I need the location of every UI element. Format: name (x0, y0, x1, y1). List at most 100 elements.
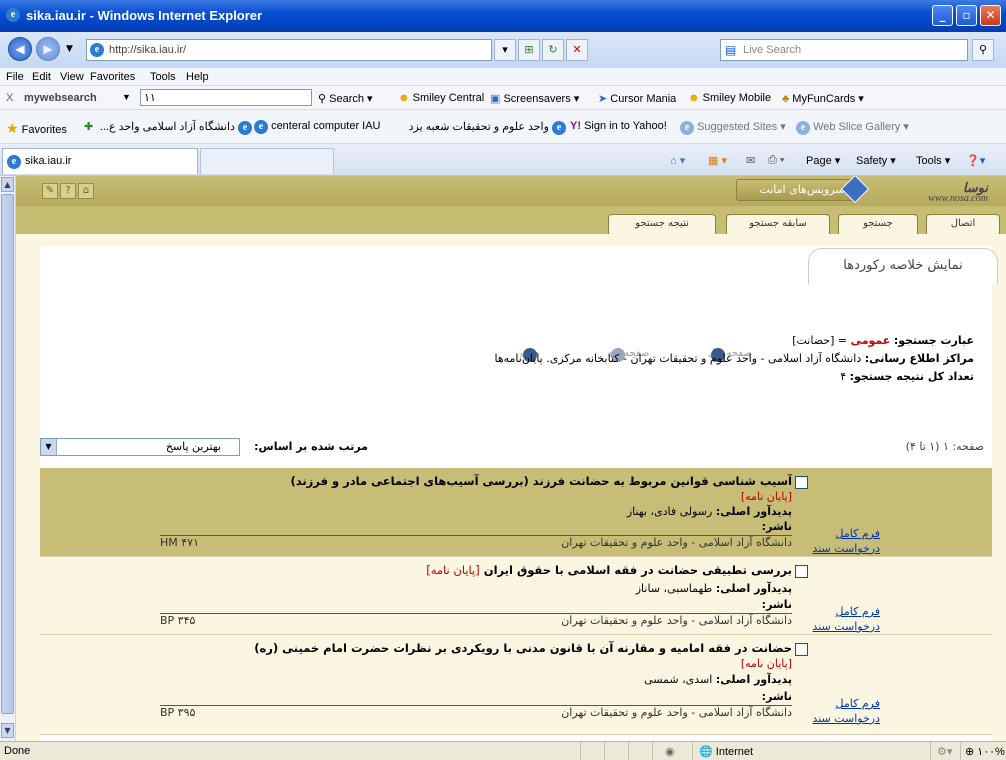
brand-dropdown-icon[interactable]: ▼ (122, 92, 131, 102)
status-segment (604, 742, 628, 760)
query-expression: عبارت جستجو: عمومی = [حضانت] (792, 334, 974, 347)
menu-file[interactable]: File (6, 71, 24, 83)
protected-mode-icon[interactable]: ⚙▾ (937, 745, 952, 758)
search-go-button[interactable]: ⚲ (972, 39, 994, 61)
zoom-segment: ⊕ ۱۰۰% ▾ (960, 742, 1006, 760)
record-checkbox[interactable] (795, 565, 808, 578)
request-document-link[interactable]: درخواست سند (812, 712, 880, 725)
request-document-link[interactable]: درخواست سند (812, 620, 880, 633)
record-checkbox[interactable] (795, 643, 808, 656)
add-favorite-icon[interactable]: ✚ (84, 120, 93, 133)
search-field[interactable]: ▤ Live Search (720, 39, 968, 61)
screensaver-icon: ▣ (490, 93, 501, 105)
mywebsearch-brand[interactable]: mywebsearch (24, 92, 97, 104)
help-icon[interactable]: ? (60, 183, 76, 199)
mws-search-button[interactable]: ⚲ Search ▾ (318, 92, 373, 105)
services-button[interactable]: سرویس‌های امانت (736, 176, 870, 204)
search-placeholder: Live Search (743, 44, 802, 56)
scroll-up-arrow[interactable]: ▲ (1, 177, 14, 192)
sort-select[interactable]: ▼ بهترین پاسخ (40, 438, 240, 456)
funcards-icon: ♣ (782, 93, 790, 105)
help-icon[interactable]: ❓▾ (966, 154, 985, 167)
smiley-mobile-link[interactable]: ☻ Smiley Mobile (688, 92, 771, 104)
cursor-mania-link[interactable]: ➤ Cursor Mania (598, 92, 676, 105)
web-slice-gallery-link[interactable]: e Web Slice Gallery ▾ (796, 120, 909, 135)
smiley-central-link[interactable]: ☻ Smiley Central (398, 92, 484, 104)
tab-sika[interactable]: e sika.iau.ir (2, 148, 198, 174)
tools-menu[interactable]: Tools ▾ (916, 154, 950, 167)
zoom-level[interactable]: ⊕ ۱۰۰% ▾ (965, 745, 1006, 758)
address-dropdown-button[interactable]: ▾ (494, 39, 516, 61)
record-title[interactable]: بررسی تطبیقی حضانت در فقه اسلامی با حقوق… (426, 563, 792, 577)
fav-ie-icon: e (552, 121, 566, 135)
summary-tab[interactable]: نمایش خلاصه رکوردها (808, 248, 998, 284)
tools-icon[interactable]: ✎ (42, 183, 58, 199)
record-type: [پایان نامه] (740, 657, 792, 670)
favorites-bar: ★ Favorites ✚ e دانشگاه آزاد اسلامی واحد… (0, 110, 1006, 144)
menu-favorites[interactable]: Favorites (90, 71, 135, 83)
myfuncards-link[interactable]: ♣ MyFunCards ▾ (782, 92, 864, 105)
menu-bar: File Edit View Favorites Tools Help (0, 68, 1006, 86)
page-content: ▲ ▼ ✎? ⌂ سرویس‌های امانت نوسا www.nosa.co… (0, 176, 1006, 741)
status-segment (580, 742, 604, 760)
fav-link-yahoo[interactable]: Y! Sign in to Yahoo! (570, 120, 667, 132)
back-button[interactable]: ◀ (8, 37, 32, 61)
toolbar-close-button[interactable]: X (6, 92, 13, 104)
feeds-icon[interactable]: ▦ ▾ (708, 154, 727, 167)
menu-help[interactable]: Help (186, 71, 209, 83)
chevron-down-icon[interactable]: ▼ (41, 439, 57, 455)
history-dropdown-icon[interactable]: ▼ (66, 44, 73, 54)
fav-link-yazd[interactable]: e واحد علوم و تحقیقات شعبه یزد (386, 120, 566, 135)
favorites-button[interactable]: ★ Favorites (6, 120, 67, 137)
zone-segment: 🌐 Internet (692, 742, 930, 760)
forward-button[interactable]: ▶ (36, 37, 60, 61)
mail-icon[interactable]: ✉ (746, 154, 755, 167)
record-type: [پایان نامه] (740, 490, 792, 503)
vertical-scrollbar[interactable]: ▲ ▼ (0, 176, 16, 741)
record-title[interactable]: آسیب شناسی قوانین مربوط به حضانت فرزند (… (290, 474, 792, 488)
full-form-link[interactable]: فرم کامل (836, 605, 880, 618)
close-button[interactable]: ✕ (980, 5, 1001, 26)
request-document-link[interactable]: درخواست سند (812, 542, 880, 555)
minimize-button[interactable]: _ (932, 5, 953, 26)
suggested-sites-button[interactable]: e Suggested Sites ▾ (680, 120, 786, 135)
page-menu[interactable]: Page ▾ (806, 154, 840, 167)
full-form-link[interactable]: فرم کامل (836, 527, 880, 540)
home-icon[interactable]: ⌂ (78, 183, 94, 199)
scroll-thumb[interactable] (1, 194, 14, 714)
home-icon[interactable]: ⌂ ▾ (670, 154, 685, 167)
new-tab-button[interactable] (200, 148, 334, 174)
tab-label: sika.iau.ir (25, 155, 72, 167)
menu-tools[interactable]: Tools (150, 71, 176, 83)
nav-tab-search[interactable]: جستجو (838, 214, 918, 234)
stop-button[interactable]: ✕ (566, 39, 588, 61)
maximize-button[interactable]: ▫ (956, 5, 977, 26)
nav-tab-results[interactable]: نتیجه جستجو (608, 214, 716, 234)
privacy-icon[interactable]: ◉ (665, 745, 675, 758)
nosa-logo: نوسا www.nosa.com (928, 180, 988, 204)
ie-logo-icon: e (6, 8, 20, 22)
record-checkbox[interactable] (795, 476, 808, 489)
nav-tab-history[interactable]: سابقه جستجو (726, 214, 830, 234)
site-header: ✎? ⌂ سرویس‌های امانت نوسا www.nosa.com (16, 176, 1006, 206)
page-info: صفحه: ۱ (۱ تا ۴) (905, 440, 984, 453)
full-form-link[interactable]: فرم کامل (836, 697, 880, 710)
site-nav: اتصال جستجو سابقه جستجو نتیجه جستجو (16, 206, 1006, 234)
address-field[interactable]: e http://sika.iau.ir/ (86, 39, 492, 61)
star-icon: ★ (6, 120, 19, 136)
nav-tab-connect[interactable]: اتصال (926, 214, 1000, 234)
print-icon[interactable]: ⎙ ▾ (768, 154, 784, 167)
record-author: پدیدآور اصلی: اسدی، شمسی (644, 673, 792, 686)
safety-menu[interactable]: Safety ▾ (856, 154, 896, 167)
zone-label[interactable]: 🌐 Internet (699, 745, 753, 758)
menu-edit[interactable]: Edit (32, 71, 51, 83)
record-title[interactable]: حضانت در فقه امامیه و مقارنه آن با قانون… (254, 641, 792, 655)
fav-link-iau[interactable]: e دانشگاه آزاد اسلامی واحد ع... (100, 120, 252, 135)
menu-view[interactable]: View (60, 71, 84, 83)
refresh-button[interactable]: ↻ (542, 39, 564, 61)
screensavers-link[interactable]: ▣ Screensavers ▾ (490, 92, 579, 105)
scroll-down-arrow[interactable]: ▼ (1, 723, 14, 738)
fav-link-central[interactable]: e centeral computer IAU (254, 120, 381, 134)
mws-search-input[interactable]: ١١ (140, 89, 312, 106)
compatibility-view-icon[interactable]: ⊞ (518, 39, 540, 61)
